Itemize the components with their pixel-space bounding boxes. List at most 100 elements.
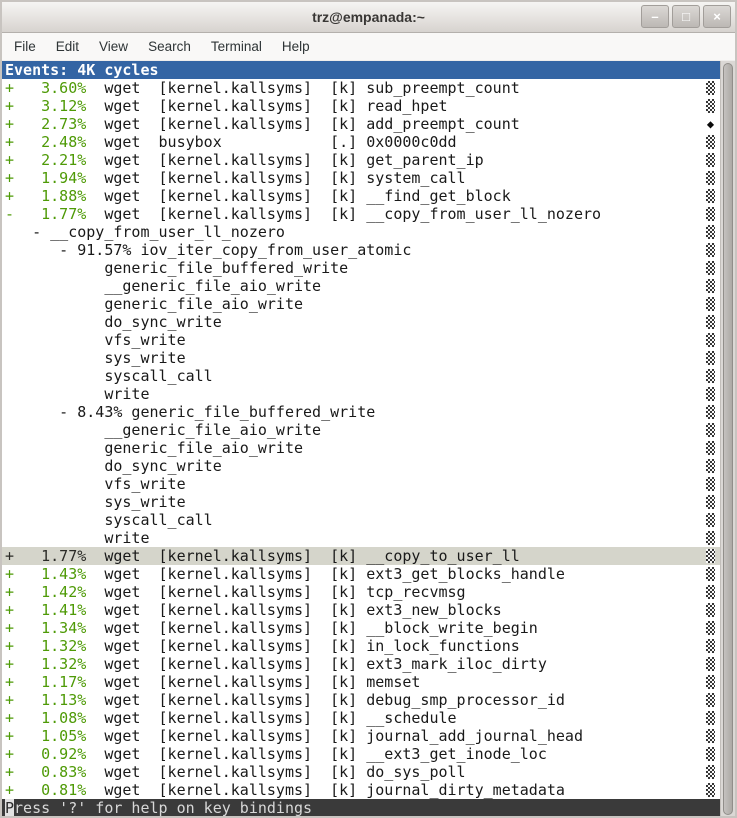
row-text: sys_write — [5, 493, 186, 511]
row-expander-percent: + 1.32% — [5, 637, 86, 655]
scrollbar-thumb[interactable] — [723, 63, 733, 815]
perf-row[interactable]: + 1.77% wget [kernel.kallsyms] [k] __cop… — [2, 547, 720, 565]
menu-item[interactable]: Edit — [46, 35, 89, 58]
row-text: wget [kernel.kallsyms] [k] memset — [86, 673, 420, 691]
row-text: generic_file_aio_write — [5, 439, 303, 457]
menu-item[interactable]: Help — [272, 35, 320, 58]
terminal-window: trz@empanada:~ – □ × FileEditViewSearchT… — [0, 0, 737, 818]
perf-row[interactable]: sys_write — [2, 349, 720, 367]
perf-row[interactable]: - 1.77% wget [kernel.kallsyms] [k] __cop… — [2, 205, 720, 223]
terminal-cursor: P — [5, 799, 14, 817]
perf-row[interactable]: __generic_file_aio_write — [2, 421, 720, 439]
row-expander-percent: + 1.32% — [5, 655, 86, 673]
perf-row[interactable]: + 1.17% wget [kernel.kallsyms] [k] memse… — [2, 673, 720, 691]
status-text: ress '?' for help on key bindings — [14, 799, 312, 817]
row-scroll-marker — [706, 711, 715, 725]
perf-row[interactable]: syscall_call — [2, 367, 720, 385]
perf-row[interactable]: + 0.92% wget [kernel.kallsyms] [k] __ext… — [2, 745, 720, 763]
row-text: wget [kernel.kallsyms] [k] __schedule — [86, 709, 456, 727]
row-text: wget [kernel.kallsyms] [k] tcp_recvmsg — [86, 583, 465, 601]
row-scroll-marker — [706, 477, 715, 491]
row-scroll-marker — [706, 261, 715, 275]
perf-row[interactable]: - 91.57% iov_iter_copy_from_user_atomic — [2, 241, 720, 259]
perf-row[interactable]: vfs_write — [2, 331, 720, 349]
minimize-button[interactable]: – — [641, 5, 669, 28]
row-text: vfs_write — [5, 331, 186, 349]
perf-row[interactable]: - 8.43% generic_file_buffered_write — [2, 403, 720, 421]
row-scroll-marker — [706, 423, 715, 437]
perf-row[interactable]: + 1.08% wget [kernel.kallsyms] [k] __sch… — [2, 709, 720, 727]
row-expander-percent: + 0.83% — [5, 763, 86, 781]
row-text: wget [kernel.kallsyms] [k] system_call — [86, 169, 465, 187]
perf-row[interactable]: + 0.83% wget [kernel.kallsyms] [k] do_sy… — [2, 763, 720, 781]
perf-row[interactable]: + 1.32% wget [kernel.kallsyms] [k] in_lo… — [2, 637, 720, 655]
perf-row[interactable]: - __copy_from_user_ll_nozero — [2, 223, 720, 241]
row-expander-percent: + 0.92% — [5, 745, 86, 763]
perf-row[interactable]: + 1.41% wget [kernel.kallsyms] [k] ext3_… — [2, 601, 720, 619]
perf-row[interactable]: + 2.21% wget [kernel.kallsyms] [k] get_p… — [2, 151, 720, 169]
row-text: __generic_file_aio_write — [5, 421, 321, 439]
perf-row[interactable]: + 1.88% wget [kernel.kallsyms] [k] __fin… — [2, 187, 720, 205]
row-scroll-marker — [706, 531, 715, 545]
perf-row[interactable]: + 1.94% wget [kernel.kallsyms] [k] syste… — [2, 169, 720, 187]
row-scroll-marker — [706, 729, 715, 743]
row-expander-percent: + 3.12% — [5, 97, 86, 115]
events-header: Events: 4K cycles — [2, 61, 720, 79]
perf-row[interactable]: vfs_write — [2, 475, 720, 493]
perf-row[interactable]: + 2.73% wget [kernel.kallsyms] [k] add_p… — [2, 115, 720, 133]
perf-row[interactable]: + 1.42% wget [kernel.kallsyms] [k] tcp_r… — [2, 583, 720, 601]
perf-row[interactable]: do_sync_write — [2, 313, 720, 331]
row-text: syscall_call — [5, 367, 213, 385]
perf-row[interactable]: + 3.12% wget [kernel.kallsyms] [k] read_… — [2, 97, 720, 115]
perf-row[interactable]: + 1.32% wget [kernel.kallsyms] [k] ext3_… — [2, 655, 720, 673]
perf-row[interactable]: do_sync_write — [2, 457, 720, 475]
row-scroll-marker — [706, 369, 715, 383]
perf-row[interactable]: write — [2, 385, 720, 403]
row-scroll-marker — [706, 693, 715, 707]
perf-row[interactable]: + 1.43% wget [kernel.kallsyms] [k] ext3_… — [2, 565, 720, 583]
menu-item[interactable]: Terminal — [201, 35, 272, 58]
row-expander-percent: + 3.60% — [5, 79, 86, 97]
row-text: wget [kernel.kallsyms] [k] do_sys_poll — [86, 763, 465, 781]
perf-row[interactable]: + 1.05% wget [kernel.kallsyms] [k] journ… — [2, 727, 720, 745]
row-scroll-marker — [706, 81, 715, 95]
perf-tui: Events: 4K cycles + 3.60% wget [kernel.k… — [2, 61, 720, 817]
row-scroll-marker — [706, 207, 715, 221]
row-scroll-marker — [706, 783, 715, 797]
row-text: wget [kernel.kallsyms] [k] __copy_to_use… — [86, 547, 519, 565]
perf-row[interactable]: syscall_call — [2, 511, 720, 529]
row-scroll-marker — [706, 99, 715, 113]
perf-row[interactable]: generic_file_buffered_write — [2, 259, 720, 277]
row-text: wget [kernel.kallsyms] [k] sub_preempt_c… — [86, 79, 519, 97]
row-scroll-marker — [706, 243, 715, 257]
perf-row[interactable]: generic_file_aio_write — [2, 295, 720, 313]
perf-row[interactable]: write — [2, 529, 720, 547]
row-scroll-marker — [706, 387, 715, 401]
row-text: do_sync_write — [5, 457, 222, 475]
perf-row[interactable]: generic_file_aio_write — [2, 439, 720, 457]
row-scroll-marker — [706, 153, 715, 167]
perf-row[interactable]: + 1.13% wget [kernel.kallsyms] [k] debug… — [2, 691, 720, 709]
terminal-viewport: Events: 4K cycles + 3.60% wget [kernel.k… — [2, 61, 735, 817]
row-text: wget [kernel.kallsyms] [k] ext3_mark_ilo… — [86, 655, 547, 673]
row-scroll-marker — [706, 621, 715, 635]
perf-row[interactable]: + 0.81% wget [kernel.kallsyms] [k] journ… — [2, 781, 720, 799]
menu-item[interactable]: File — [4, 35, 46, 58]
perf-row[interactable]: + 2.48% wget busybox [.] 0x0000c0dd — [2, 133, 720, 151]
row-scroll-marker — [706, 657, 715, 671]
menu-item[interactable]: Search — [138, 35, 201, 58]
row-expander-percent: + 1.13% — [5, 691, 86, 709]
perf-row[interactable]: sys_write — [2, 493, 720, 511]
maximize-button[interactable]: □ — [672, 5, 700, 28]
perf-row[interactable]: + 3.60% wget [kernel.kallsyms] [k] sub_p… — [2, 79, 720, 97]
row-scroll-marker — [706, 567, 715, 581]
row-text: wget [kernel.kallsyms] [k] in_lock_funct… — [86, 637, 519, 655]
perf-row[interactable]: + 1.34% wget [kernel.kallsyms] [k] __blo… — [2, 619, 720, 637]
titlebar[interactable]: trz@empanada:~ – □ × — [2, 2, 735, 33]
scrollbar[interactable] — [720, 61, 735, 817]
row-scroll-marker — [706, 315, 715, 329]
close-button[interactable]: × — [703, 5, 731, 28]
row-text: sys_write — [5, 349, 186, 367]
perf-row[interactable]: __generic_file_aio_write — [2, 277, 720, 295]
menu-item[interactable]: View — [89, 35, 138, 58]
